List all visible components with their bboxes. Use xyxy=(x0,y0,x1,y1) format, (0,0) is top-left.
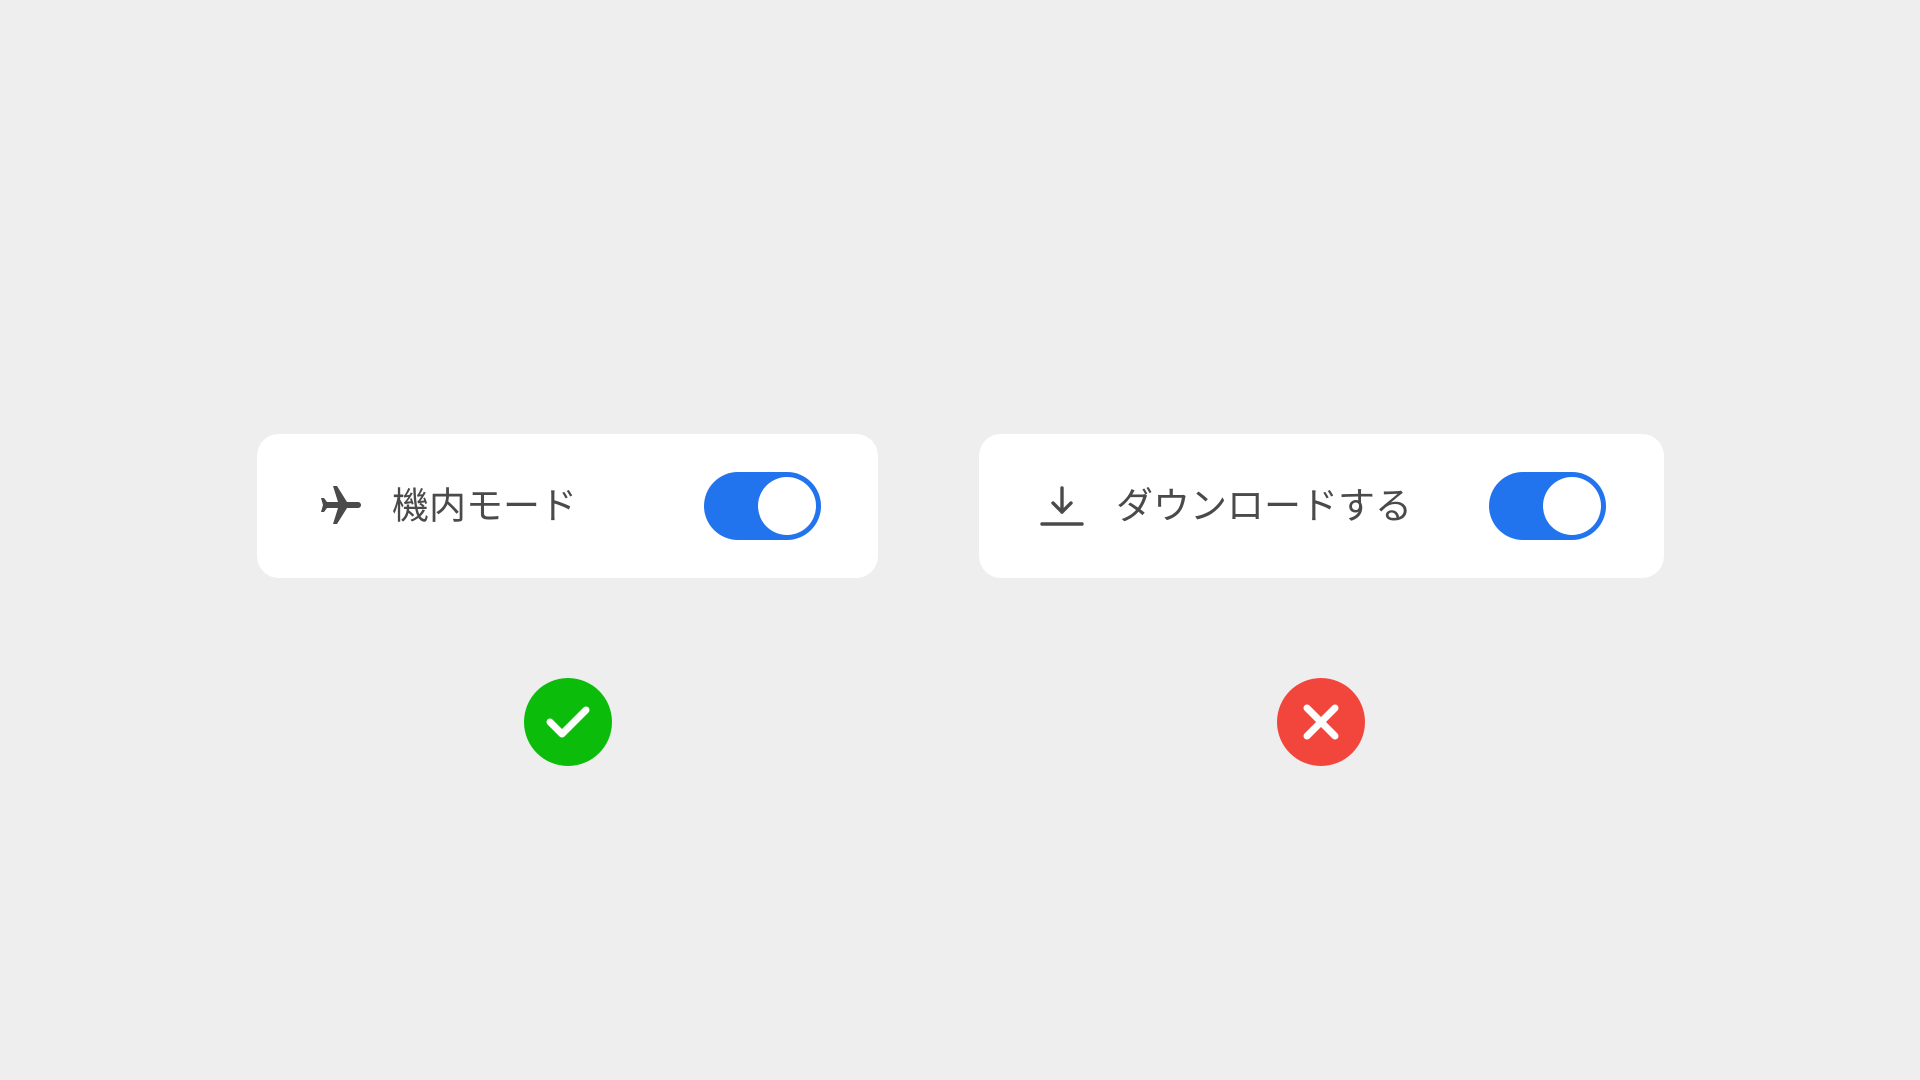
airplane-mode-label: 機内モード xyxy=(392,484,577,528)
download-icon xyxy=(1038,482,1086,530)
toggle-knob xyxy=(758,477,816,535)
download-label: ダウンロードする xyxy=(1116,484,1412,528)
toggle-knob xyxy=(1543,477,1601,535)
cross-icon xyxy=(1277,678,1365,766)
download-toggle[interactable] xyxy=(1489,472,1606,540)
airplane-mode-row: 機内モード xyxy=(257,434,878,578)
check-icon xyxy=(524,678,612,766)
airplane-mode-toggle[interactable] xyxy=(704,472,821,540)
download-row: ダウンロードする xyxy=(979,434,1664,578)
airplane-icon xyxy=(317,482,365,530)
